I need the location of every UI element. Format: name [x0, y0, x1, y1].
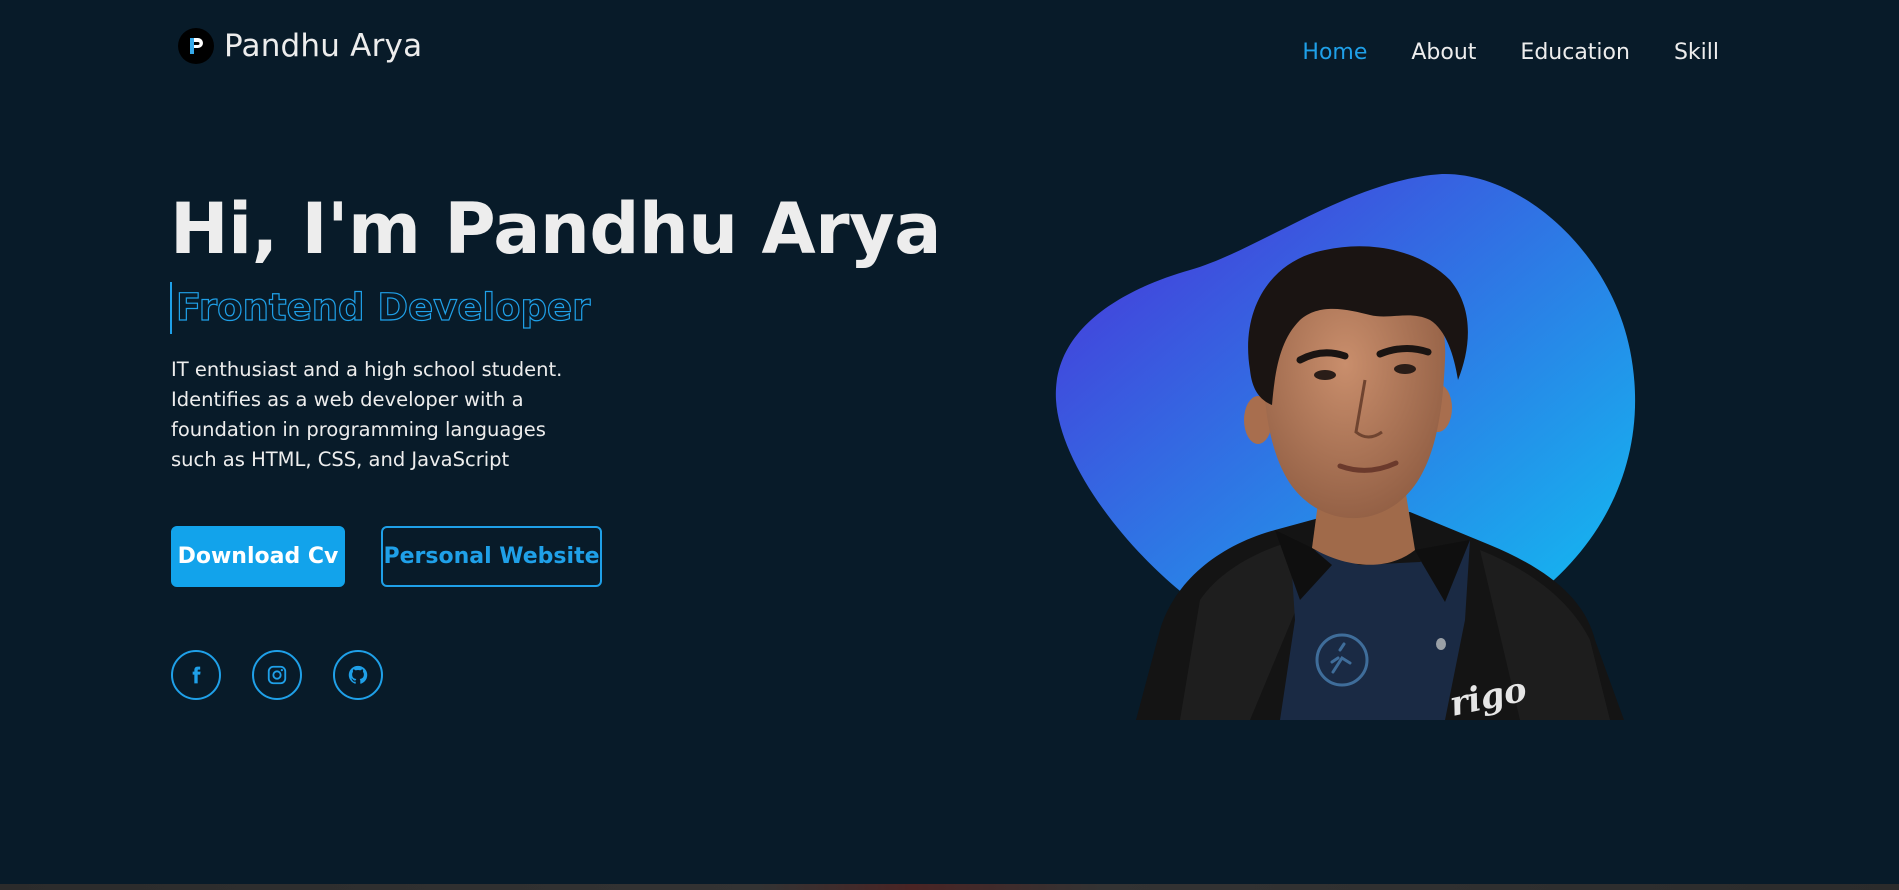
logo-icon [178, 28, 214, 64]
nav-home[interactable]: Home [1302, 40, 1367, 65]
logo-text: Pandhu Arya [224, 28, 423, 64]
nav-about[interactable]: About [1411, 40, 1476, 65]
nav-education[interactable]: Education [1520, 40, 1630, 65]
main-nav: Home About Education Skill [1302, 40, 1719, 65]
facebook-link[interactable] [171, 650, 221, 700]
github-icon [348, 665, 368, 684]
site-header: Pandhu Arya Home About Education Skill [0, 0, 1899, 100]
instagram-icon [267, 665, 287, 685]
instagram-link[interactable] [252, 650, 302, 700]
download-cv-button[interactable]: Download Cv [171, 526, 345, 587]
facebook-icon [192, 666, 201, 684]
personal-website-button[interactable]: Personal Website [381, 526, 602, 587]
profile-illustration: rigo [1055, 173, 1636, 725]
social-links [171, 650, 383, 700]
nav-skill[interactable]: Skill [1674, 40, 1719, 65]
hero-description: IT enthusiast and a high school student.… [171, 358, 563, 471]
github-link[interactable] [333, 650, 383, 700]
logo[interactable]: Pandhu Arya [178, 28, 422, 64]
bottom-bar [0, 884, 1899, 890]
hero-visual: rigo [1050, 170, 1640, 725]
hero-role: Frontend Developer [170, 282, 591, 334]
hero-title: Hi, I'm Pandhu Arya [170, 188, 942, 270]
